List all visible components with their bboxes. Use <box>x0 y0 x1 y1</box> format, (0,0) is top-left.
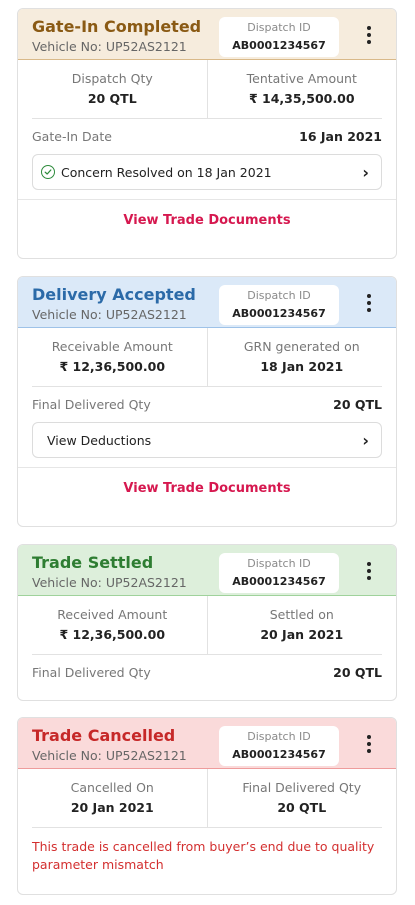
dispatch-id-value: AB0001234567 <box>232 307 326 320</box>
stat-label: GRN generated on <box>243 339 360 354</box>
dispatch-id-label: Dispatch ID <box>247 730 311 743</box>
stat-value: 20 QTL <box>277 800 327 815</box>
row-value: 20 QTL <box>333 665 382 680</box>
cancellation-message: This trade is cancelled from buyer’s end… <box>32 827 382 874</box>
stat-label: Cancelled On <box>70 780 154 795</box>
stats-row: Receivable Amount ₹ 12,36,500.00 GRN gen… <box>18 328 396 386</box>
stat-value: 18 Jan 2021 <box>260 359 344 374</box>
dispatch-id-box: Dispatch ID AB0001234567 <box>219 726 339 766</box>
stat-dispatch-qty: Dispatch Qty 20 QTL <box>18 60 207 118</box>
stat-settled-on: Settled on 20 Jan 2021 <box>206 596 397 654</box>
dispatch-id-label: Dispatch ID <box>247 289 311 302</box>
row-label: Final Delivered Qty <box>32 397 151 412</box>
card-header: Gate-In Completed Vehicle No: UP52AS2121… <box>18 9 396 60</box>
card-header: Trade Cancelled Vehicle No: UP52AS2121 D… <box>18 718 396 769</box>
card-header: Trade Settled Vehicle No: UP52AS2121 Dis… <box>18 545 396 596</box>
stat-label: Settled on <box>269 607 334 622</box>
stat-label: Dispatch Qty <box>71 71 153 86</box>
dispatch-id-box: Dispatch ID AB0001234567 <box>219 553 339 593</box>
final-delivered-qty-row: Final Delivered Qty 20 QTL <box>32 386 382 422</box>
check-circle-icon <box>41 165 55 179</box>
stat-receivable-amount: Receivable Amount ₹ 12,36,500.00 <box>18 328 207 386</box>
row-label: Gate-In Date <box>32 129 112 144</box>
trade-card-delivery-accepted: Delivery Accepted Vehicle No: UP52AS2121… <box>17 276 397 527</box>
view-trade-documents-link[interactable]: View Trade Documents <box>18 467 396 509</box>
dispatch-id-box: Dispatch ID AB0001234567 <box>219 17 339 57</box>
stat-value: ₹ 12,36,500.00 <box>59 627 166 642</box>
trade-card-gate-in: Gate-In Completed Vehicle No: UP52AS2121… <box>17 8 397 259</box>
final-delivered-qty-row: Final Delivered Qty 20 QTL <box>32 654 382 690</box>
more-options-icon[interactable] <box>359 559 379 583</box>
dispatch-id-value: AB0001234567 <box>232 748 326 761</box>
trade-card-trade-cancelled: Trade Cancelled Vehicle No: UP52AS2121 D… <box>17 717 397 895</box>
stat-value: 20 QTL <box>87 91 137 106</box>
stat-cancelled-on: Cancelled On 20 Jan 2021 <box>18 769 207 827</box>
stat-value: ₹ 12,36,500.00 <box>59 359 166 374</box>
dispatch-id-value: AB0001234567 <box>232 575 326 588</box>
chevron-right-icon: › <box>362 430 369 450</box>
row-value: 16 Jan 2021 <box>299 129 382 144</box>
chevron-right-icon: › <box>362 162 369 182</box>
stat-final-delivered-qty: Final Delivered Qty 20 QTL <box>206 769 397 827</box>
dispatch-id-value: AB0001234567 <box>232 39 326 52</box>
stat-value: ₹ 14,35,500.00 <box>248 91 355 106</box>
view-trade-documents-link[interactable]: View Trade Documents <box>18 199 396 241</box>
stat-value: 20 Jan 2021 <box>70 800 154 815</box>
stat-received-amount: Received Amount ₹ 12,36,500.00 <box>18 596 207 654</box>
more-options-icon[interactable] <box>359 291 379 315</box>
trade-card-trade-settled: Trade Settled Vehicle No: UP52AS2121 Dis… <box>17 544 397 701</box>
pill-label: Concern Resolved on 18 Jan 2021 <box>61 164 272 180</box>
stats-row: Received Amount ₹ 12,36,500.00 Settled o… <box>18 596 396 654</box>
stats-row: Dispatch Qty 20 QTL Tentative Amount ₹ 1… <box>18 60 396 118</box>
more-options-icon[interactable] <box>359 23 379 47</box>
row-label: Final Delivered Qty <box>32 665 151 680</box>
dispatch-id-box: Dispatch ID AB0001234567 <box>219 285 339 325</box>
stat-label: Receivable Amount <box>51 339 173 354</box>
stat-label: Final Delivered Qty <box>242 780 362 795</box>
view-deductions-button[interactable]: View Deductions › <box>32 422 382 458</box>
card-header: Delivery Accepted Vehicle No: UP52AS2121… <box>18 277 396 328</box>
stat-label: Received Amount <box>57 607 168 622</box>
pill-label: View Deductions <box>47 432 152 448</box>
dispatch-id-label: Dispatch ID <box>247 557 311 570</box>
stat-tentative-amount: Tentative Amount ₹ 14,35,500.00 <box>206 60 397 118</box>
gate-in-date-row: Gate-In Date 16 Jan 2021 <box>32 118 382 154</box>
row-value: 20 QTL <box>333 397 382 412</box>
dispatch-id-label: Dispatch ID <box>247 21 311 34</box>
stat-value: 20 Jan 2021 <box>260 627 344 642</box>
stat-label: Tentative Amount <box>246 71 357 86</box>
stats-row: Cancelled On 20 Jan 2021 Final Delivered… <box>18 769 396 827</box>
more-options-icon[interactable] <box>359 732 379 756</box>
concern-resolved-button[interactable]: Concern Resolved on 18 Jan 2021 › <box>32 154 382 190</box>
stat-grn-generated: GRN generated on 18 Jan 2021 <box>206 328 397 386</box>
